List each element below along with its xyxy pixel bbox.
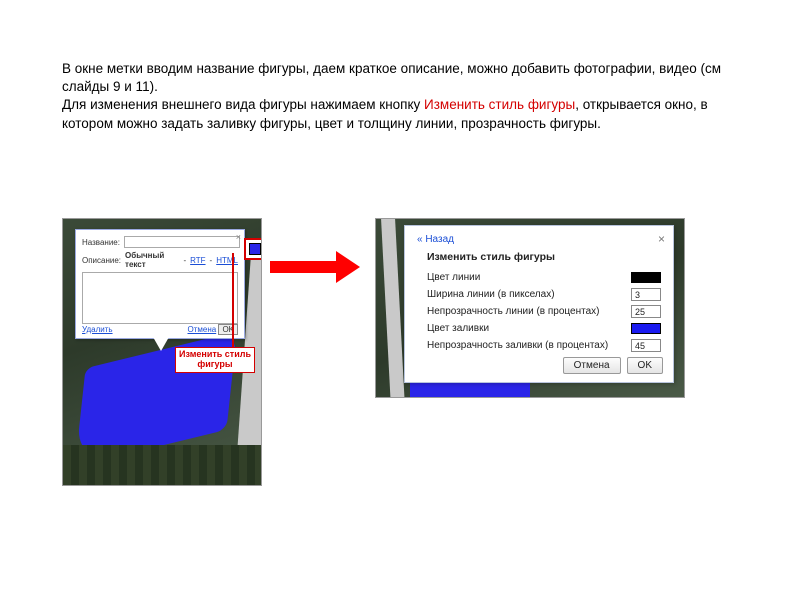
style-dialog: « Назад × Изменить стиль фигуры Цвет лин… xyxy=(404,225,674,383)
instruction-line1: В окне метки вводим название фигуры, дае… xyxy=(62,61,721,94)
swatch-fill-color[interactable] xyxy=(631,323,661,334)
row-fill-color: Цвет заливки xyxy=(427,320,661,336)
html-tab[interactable]: HTML xyxy=(216,256,238,265)
callout-box: Изменить стиль фигуры xyxy=(175,347,255,373)
description-label: Описание: xyxy=(82,256,121,265)
dialog-title: Изменить стиль фигуры xyxy=(427,251,661,263)
cancel-link[interactable]: Отмена xyxy=(188,325,217,334)
instruction-line2-pre: Для изменения внешнего вида фигуры нажим… xyxy=(62,97,424,112)
right-screenshot: « Назад × Изменить стиль фигуры Цвет лин… xyxy=(375,218,685,398)
input-fill-opacity[interactable]: 45 xyxy=(631,339,661,352)
arrow-shaft xyxy=(270,261,338,273)
satellite-trees xyxy=(63,445,261,485)
instruction-highlight: Изменить стиль фигуры xyxy=(424,97,575,112)
label-fill-opacity: Непрозрачность заливки (в процентах) xyxy=(427,340,608,351)
red-arrow xyxy=(270,255,360,277)
input-line-opacity[interactable]: 25 xyxy=(631,305,661,318)
callout-connector xyxy=(232,253,234,353)
row-line-width: Ширина линии (в пикселах) 3 xyxy=(427,286,661,302)
label-line-opacity: Непрозрачность линии (в процентах) xyxy=(427,306,599,317)
style-swatch-icon xyxy=(249,243,261,255)
input-line-width[interactable]: 3 xyxy=(631,288,661,301)
delete-link[interactable]: Удалить xyxy=(82,325,113,334)
instruction-text: В окне метки вводим название фигуры, дае… xyxy=(62,60,742,133)
back-link[interactable]: « Назад xyxy=(417,234,661,245)
name-label: Название: xyxy=(82,238,120,247)
placemark-popup: × Название: Описание: Обычный текст - RT… xyxy=(75,229,245,339)
dialog-close-icon[interactable]: × xyxy=(658,232,665,246)
dialog-ok-button[interactable]: OK xyxy=(627,357,663,374)
arrow-head-icon xyxy=(336,251,360,283)
satellite-road-2 xyxy=(381,218,405,398)
label-fill-color: Цвет заливки xyxy=(427,323,489,334)
close-icon[interactable]: × xyxy=(236,232,241,242)
label-line-color: Цвет линии xyxy=(427,272,480,283)
left-screenshot: × Название: Описание: Обычный текст - RT… xyxy=(62,218,262,486)
popup-tail xyxy=(153,337,169,351)
row-line-opacity: Непрозрачность линии (в процентах) 25 xyxy=(427,303,661,319)
row-fill-opacity: Непрозрачность заливки (в процентах) 45 xyxy=(427,337,661,353)
rtf-tab[interactable]: RTF xyxy=(190,256,205,265)
label-line-width: Ширина линии (в пикселах) xyxy=(427,289,555,300)
name-input[interactable] xyxy=(124,236,240,248)
dialog-cancel-button[interactable]: Отмена xyxy=(563,357,621,374)
description-textarea[interactable] xyxy=(82,272,238,324)
plain-text-tab[interactable]: Обычный текст xyxy=(125,251,179,269)
callout-line2: фигуры xyxy=(197,359,232,369)
row-line-color: Цвет линии xyxy=(427,269,661,285)
swatch-line-color[interactable] xyxy=(631,272,661,283)
ok-button[interactable]: OK xyxy=(218,324,238,335)
callout-line1: Изменить стиль xyxy=(179,349,251,359)
change-style-button[interactable] xyxy=(244,238,262,260)
